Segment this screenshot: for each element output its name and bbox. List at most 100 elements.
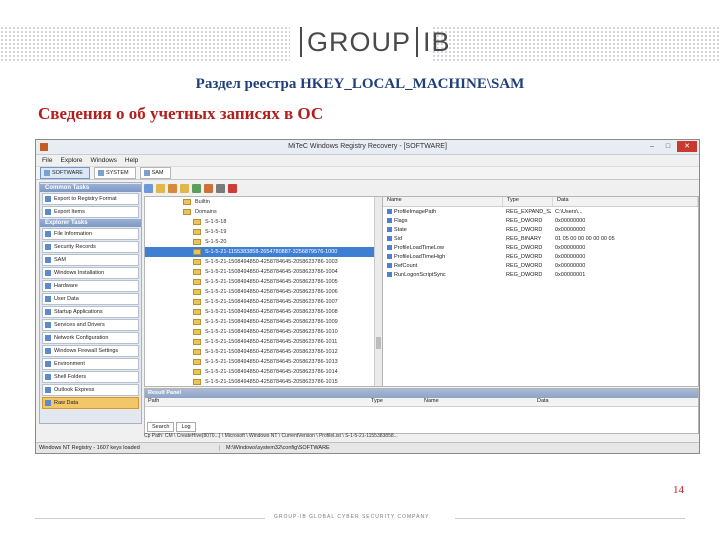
task-label: Services and Drivers — [54, 322, 105, 328]
tree-node[interactable]: S-1-5-20 — [145, 237, 382, 247]
task-icon — [45, 257, 51, 263]
tree-node[interactable]: S-1-5-21-1508494850-4258784645-205862378… — [145, 307, 382, 317]
common-tasks-header[interactable]: Common Tasks — [40, 184, 141, 192]
task-label: User Data — [54, 296, 79, 302]
value-type: REG_DWORD — [506, 244, 543, 251]
column-data[interactable]: Data — [534, 398, 617, 406]
task-item[interactable]: Startup Applications — [42, 306, 139, 318]
task-item[interactable]: Services and Drivers — [42, 319, 139, 331]
task-item[interactable]: Network Configuration — [42, 332, 139, 344]
tree-node[interactable]: S-1-5-21-1508494850-4258784645-205862378… — [145, 327, 382, 337]
close-icon[interactable]: ✕ — [677, 141, 697, 152]
menu-help[interactable]: Help — [125, 157, 138, 164]
menu-bar: File Explore Windows Help — [36, 155, 699, 167]
column-type[interactable]: Type — [368, 398, 421, 406]
column-name[interactable]: Name — [383, 197, 503, 206]
search-icon[interactable] — [204, 183, 213, 193]
tree-node[interactable]: S-1-5-21-1508494850-4258784645-205862378… — [145, 347, 382, 357]
folder-icon[interactable] — [156, 183, 165, 193]
menu-file[interactable]: File — [42, 157, 52, 164]
task-icon — [45, 322, 51, 328]
value-icon — [387, 271, 392, 277]
column-path[interactable]: Path — [145, 398, 368, 406]
value-row[interactable]: State REG_DWORD 0x00000000 — [383, 225, 698, 234]
hive-tab-system[interactable]: SYSTEM — [93, 167, 136, 179]
value-row[interactable]: Flags REG_DWORD 0x00000000 — [383, 216, 698, 225]
value-row[interactable]: RefCount REG_DWORD 0x00000000 — [383, 261, 698, 270]
task-item[interactable]: Raw Data — [42, 397, 139, 409]
task-item[interactable]: SAM — [42, 254, 139, 266]
task-item[interactable]: Hardware — [42, 280, 139, 292]
tree-node[interactable]: Domains — [145, 207, 382, 217]
tree-node-label: S-1-5-21-1508494850-4258784645-205862378… — [205, 379, 338, 385]
column-type[interactable]: Type — [503, 197, 553, 206]
task-label: Raw Data — [54, 400, 79, 406]
value-row[interactable]: RunLogonScriptSync REG_DWORD 0x00000001 — [383, 270, 698, 279]
tree-node-label: S-1-5-21-1508494850-4258784645-205862378… — [205, 269, 338, 275]
footer-text: GROUP-IB GLOBAL CYBER SECURITY COMPANY — [274, 514, 430, 520]
task-item[interactable]: Shell Folders — [42, 371, 139, 383]
task-item[interactable]: User Data — [42, 293, 139, 305]
value-row[interactable]: ProfileLoadTimeLow REG_DWORD 0x00000000 — [383, 243, 698, 252]
task-item[interactable]: Windows Installation — [42, 267, 139, 279]
value-row[interactable]: Sid REG_BINARY 01 05 00 00 00 00 00 05 — [383, 234, 698, 243]
task-item[interactable]: Security Records — [42, 241, 139, 253]
menu-explore[interactable]: Explore — [60, 157, 82, 164]
tree-node[interactable]: S-1-5-18 — [145, 217, 382, 227]
tree-node-label: S-1-5-18 — [205, 219, 227, 225]
tree-node[interactable]: S-1-5-21-1508494850-4258784645-205862378… — [145, 317, 382, 327]
minimize-icon[interactable]: – — [645, 141, 659, 152]
column-name[interactable]: Name — [421, 398, 534, 406]
tree-node[interactable]: S-1-5-21-1508494850-4258784645-205862378… — [145, 337, 382, 347]
tree-node[interactable]: Builtin — [145, 197, 382, 207]
task-item[interactable]: Export to Registry Format — [42, 193, 139, 205]
tab-search[interactable]: Search — [147, 422, 175, 432]
folder-icon — [193, 259, 201, 265]
column-data[interactable]: Data — [553, 197, 698, 206]
tree-node[interactable]: S-1-5-21-1508494850-4258784645-205862378… — [145, 357, 382, 367]
task-item[interactable]: Environment — [42, 358, 139, 370]
value-row[interactable]: ProfileLoadTimeHigh REG_DWORD 0x00000000 — [383, 252, 698, 261]
tree-node[interactable]: S-1-5-19 — [145, 227, 382, 237]
tree-node[interactable]: S-1-5-21-1508494850-4258784645-205862378… — [145, 297, 382, 307]
up-icon[interactable] — [144, 183, 153, 193]
tree-node[interactable]: S-1-5-21-1508494850-4258784645-205862378… — [145, 277, 382, 287]
tree-node[interactable]: S-1-5-21-1508494850-4258784645-205862378… — [145, 287, 382, 297]
value-icon — [387, 235, 392, 241]
task-label: Environment — [54, 361, 85, 367]
tree-node[interactable]: S-1-5-21-1508494850-4258784645-205862378… — [145, 267, 382, 277]
tree-node[interactable]: S-1-5-21-1155383858-2654780887-325687957… — [145, 247, 382, 257]
value-row[interactable]: ProfileImagePath REG_EXPAND_SZ C:\Users\..… — [383, 207, 698, 216]
lock-icon[interactable] — [180, 183, 189, 193]
task-icon — [45, 335, 51, 341]
tree-scrollbar[interactable] — [374, 197, 382, 386]
tree-node[interactable]: S-1-5-21-1508494850-4258784645-205862378… — [145, 367, 382, 377]
header-dot-pattern-right — [432, 26, 720, 62]
tab-log[interactable]: Log — [176, 422, 196, 432]
scroll-thumb[interactable] — [376, 337, 381, 349]
value-type: REG_EXPAND_SZ — [506, 208, 551, 215]
window-title: MiTeC Windows Registry Recovery - [SOFTW… — [288, 143, 447, 150]
explorer-tasks-header[interactable]: Explorer Tasks — [40, 219, 141, 227]
logo-right-text: IB — [423, 26, 451, 57]
tree-node[interactable]: S-1-5-21-1508494850-4258784645-205862378… — [145, 377, 382, 386]
task-item[interactable]: Windows Firewall Settings — [42, 345, 139, 357]
task-item[interactable]: Outlook Express — [42, 384, 139, 396]
value-type: REG_DWORD — [506, 253, 543, 260]
find-icon[interactable] — [168, 183, 177, 193]
hive-tab-sam[interactable]: SAM — [139, 167, 171, 179]
settings-icon[interactable] — [216, 183, 225, 193]
hive-tab-software[interactable]: SOFTWARE — [40, 167, 90, 179]
delete-icon[interactable] — [228, 183, 237, 193]
value-type: REG_BINARY — [506, 235, 542, 242]
task-item[interactable]: Export Items — [42, 206, 139, 218]
maximize-icon[interactable]: □ — [661, 141, 675, 152]
tree-node[interactable]: S-1-5-21-1508494850-4258784645-205862378… — [145, 257, 382, 267]
value-name: ProfileImagePath — [394, 208, 437, 215]
menu-windows[interactable]: Windows — [91, 157, 117, 164]
tree-node-label: S-1-5-19 — [205, 229, 227, 235]
logo-left-text: GROUP — [307, 26, 412, 57]
task-item[interactable]: File Information — [42, 228, 139, 240]
value-data: 0x00000000 — [555, 244, 586, 251]
export-icon[interactable] — [192, 183, 201, 193]
